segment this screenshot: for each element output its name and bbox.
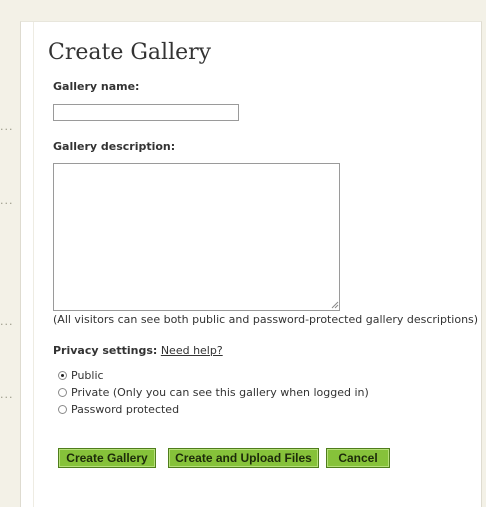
radio-public-button[interactable] bbox=[58, 371, 67, 380]
resize-grip-icon[interactable] bbox=[330, 300, 339, 309]
radio-option-public[interactable]: Public bbox=[58, 369, 104, 382]
create-and-upload-button[interactable]: Create and Upload Files bbox=[168, 448, 319, 468]
page-title: Create Gallery bbox=[48, 40, 212, 65]
gallery-name-label: Gallery name: bbox=[53, 80, 140, 93]
gallery-description-label: Gallery description: bbox=[53, 140, 176, 153]
gallery-description-textarea[interactable] bbox=[53, 163, 340, 311]
radio-password-button[interactable] bbox=[58, 405, 67, 414]
radio-public-label: Public bbox=[71, 369, 104, 382]
cancel-button[interactable]: Cancel bbox=[326, 448, 390, 468]
radio-private-button[interactable] bbox=[58, 388, 67, 397]
radio-private-label: Private (Only you can see this gallery w… bbox=[71, 386, 369, 399]
radio-password-label: Password protected bbox=[71, 403, 180, 416]
radio-option-private[interactable]: Private (Only you can see this gallery w… bbox=[58, 386, 369, 399]
description-visibility-note: (All visitors can see both public and pa… bbox=[53, 313, 479, 326]
need-help-link[interactable]: Need help? bbox=[161, 344, 223, 357]
create-gallery-button[interactable]: Create Gallery bbox=[58, 448, 156, 468]
dotted-leader-1: ... bbox=[0, 120, 14, 133]
dotted-leader-3: ... bbox=[0, 315, 14, 328]
radio-option-password[interactable]: Password protected bbox=[58, 403, 179, 416]
dotted-leader-2: ... bbox=[0, 194, 14, 207]
dotted-leader-4: ... bbox=[0, 388, 14, 401]
privacy-settings-label: Privacy settings: bbox=[53, 344, 158, 357]
privacy-settings-row: Privacy settings: Need help? bbox=[53, 344, 223, 357]
gallery-name-input[interactable] bbox=[53, 104, 239, 121]
